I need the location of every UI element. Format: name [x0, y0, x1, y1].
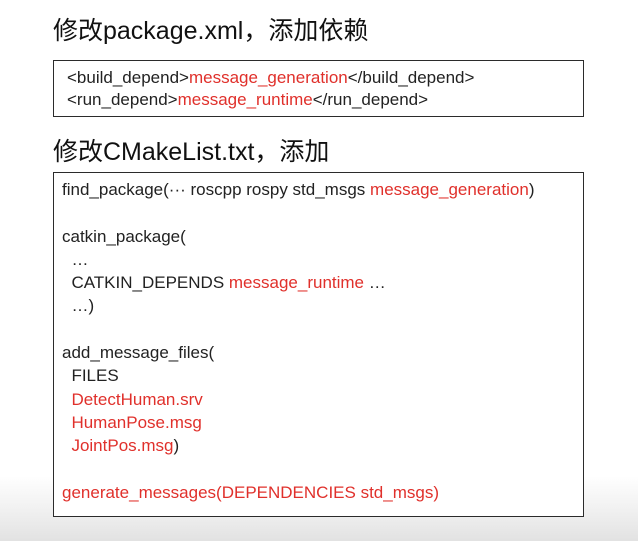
- catkin-depends-keyword: CATKIN_DEPENDS: [62, 273, 229, 293]
- files-keyword-line: FILES: [62, 366, 119, 386]
- package-xml-code-box: <build_depend>message_generation</build_…: [53, 60, 584, 117]
- message-file-line: JointPos.msg): [62, 434, 583, 457]
- find-package-suffix: ): [528, 180, 535, 199]
- generate-messages-line: generate_messages(DEPENDENCIES std_msgs): [62, 482, 439, 502]
- heading-modify-package-xml: 修改package.xml，添加依赖: [53, 17, 369, 45]
- catkin-package-ellipsis-line: …: [62, 249, 89, 269]
- joint-pos-msg-file: JointPos.msg: [71, 436, 174, 456]
- message-file-line: DetectHuman.srv: [62, 388, 583, 411]
- human-pose-msg-file: HumanPose.msg: [71, 412, 202, 432]
- catkin-package-open-line: catkin_package(: [62, 226, 186, 246]
- catkin-depends-message-runtime: message_runtime: [228, 273, 365, 293]
- run-depend-value: message_runtime: [177, 90, 313, 109]
- run-depend-line: <run_depend>message_runtime</run_depend>: [67, 89, 583, 111]
- build-depend-close-tag: </build_depend>: [347, 68, 475, 87]
- add-message-files-open-line: add_message_files(: [62, 343, 215, 363]
- detect-human-srv-file: DetectHuman.srv: [71, 389, 203, 409]
- heading-modify-cmakelists: 修改CMakeList.txt，添加: [53, 138, 330, 166]
- run-depend-close-tag: </run_depend>: [312, 90, 429, 109]
- catkin-depends-line: CATKIN_DEPENDS message_runtime …: [62, 271, 583, 294]
- build-depend-line: <build_depend>message_generation</build_…: [67, 67, 583, 89]
- catkin-depends-suffix: …: [364, 273, 386, 293]
- add-message-files-close: ): [173, 436, 180, 456]
- cmakelists-code-box: find_package(··· roscpp rospy std_msgs m…: [53, 172, 584, 517]
- build-depend-open-tag: <build_depend>: [67, 68, 189, 87]
- find-package-prefix: find_package(··· roscpp rospy std_msgs: [62, 180, 371, 199]
- find-package-message-generation: message_generation: [370, 180, 529, 199]
- build-depend-value: message_generation: [188, 68, 348, 87]
- catkin-package-close-line: …): [62, 296, 95, 316]
- run-depend-open-tag: <run_depend>: [67, 90, 178, 109]
- find-package-line: find_package(··· roscpp rospy std_msgs m…: [62, 178, 583, 201]
- message-file-line: HumanPose.msg: [62, 411, 583, 434]
